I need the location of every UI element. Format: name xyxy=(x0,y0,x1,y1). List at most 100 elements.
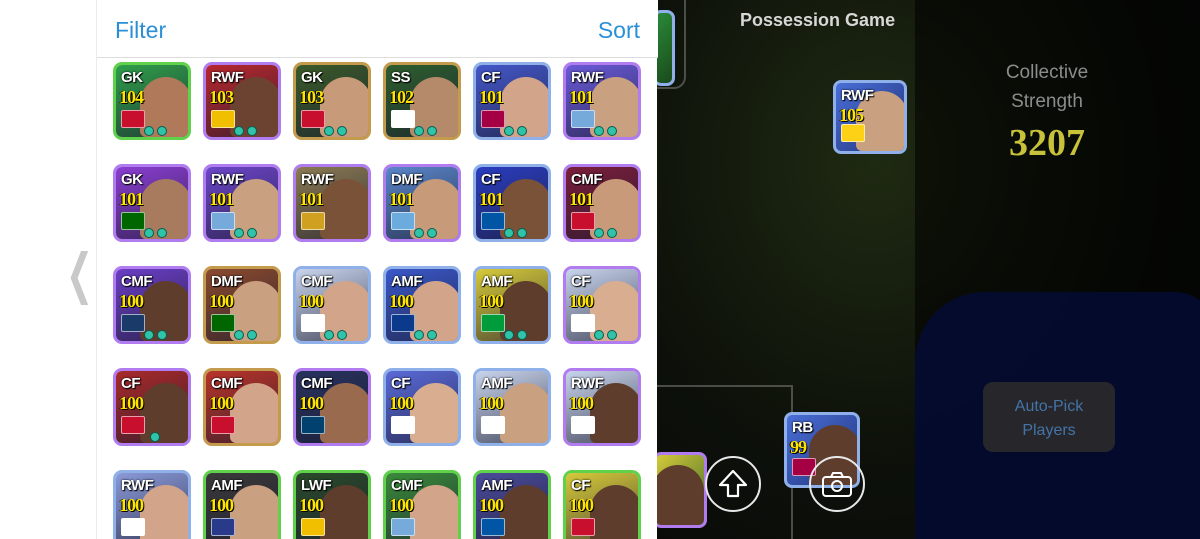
player-card[interactable]: GK 103 xyxy=(293,62,371,140)
auto-pick-players-button[interactable]: Auto-Pick Players xyxy=(983,382,1115,452)
player-position: CF xyxy=(481,69,501,86)
player-position: CMF xyxy=(121,273,153,290)
player-card[interactable]: DMF 101 xyxy=(383,164,461,242)
player-position: AMF xyxy=(211,477,243,494)
player-rating: 101 xyxy=(479,87,504,107)
skill-dot-icon xyxy=(516,228,527,238)
skill-dot-icon xyxy=(323,330,334,340)
player-card[interactable]: CMF 100 xyxy=(293,266,371,344)
player-card[interactable]: AMF 100 xyxy=(473,470,551,539)
player-card[interactable]: GK 101 xyxy=(113,164,191,242)
player-card[interactable]: CF 100 xyxy=(113,368,191,446)
player-card[interactable]: CMF 100 xyxy=(203,368,281,446)
player-position: RWF xyxy=(211,69,244,86)
flag-emblem xyxy=(841,124,865,142)
player-position: RWF xyxy=(571,69,604,86)
player-card[interactable]: CMF 101 xyxy=(563,164,641,242)
player-card[interactable]: CF 100 xyxy=(563,266,641,344)
player-card[interactable]: LWF 100 xyxy=(293,470,371,539)
skill-dot-icon xyxy=(426,228,437,238)
skill-dot-icon xyxy=(246,330,257,340)
skill-indicator xyxy=(410,330,440,340)
skill-indicator xyxy=(320,126,350,136)
skill-dot-icon xyxy=(246,228,257,238)
player-position: GK xyxy=(121,69,143,86)
club-emblem xyxy=(301,212,325,230)
player-rating: 101 xyxy=(569,87,594,107)
player-card[interactable]: GK 104 xyxy=(113,62,191,140)
swap-up-button[interactable] xyxy=(705,456,761,512)
skill-indicator xyxy=(140,330,170,340)
player-card[interactable]: CMF 100 xyxy=(383,470,461,539)
skill-dot-icon xyxy=(156,330,167,340)
player-position: RWF xyxy=(121,477,154,494)
pitch-player-card-partial[interactable] xyxy=(657,452,707,528)
player-card[interactable]: AMF 100 xyxy=(473,266,551,344)
player-card[interactable]: CF 100 xyxy=(563,470,641,539)
player-rating: 100 xyxy=(389,291,414,311)
player-card[interactable]: SS 102 xyxy=(383,62,461,140)
skill-indicator xyxy=(140,228,170,238)
player-rating: 101 xyxy=(209,189,234,209)
filter-button[interactable]: Filter xyxy=(115,17,166,44)
player-card[interactable]: CMF 100 xyxy=(113,266,191,344)
player-rating: 104 xyxy=(119,87,144,107)
pitch-player-card[interactable]: RWF 105 xyxy=(833,80,907,154)
player-position: CF xyxy=(391,375,411,392)
screenshot-button[interactable] xyxy=(809,456,865,512)
player-card[interactable]: RWF 101 xyxy=(563,62,641,140)
skill-dot-icon xyxy=(143,330,154,340)
player-position: RWF xyxy=(301,171,334,188)
player-photo xyxy=(590,485,638,539)
skill-indicator xyxy=(320,330,350,340)
player-card[interactable]: AMF 100 xyxy=(473,368,551,446)
player-rating: 101 xyxy=(299,189,324,209)
club-emblem xyxy=(481,518,505,536)
skill-dot-icon xyxy=(593,228,604,238)
skill-indicator xyxy=(500,126,530,136)
skill-dot-icon xyxy=(516,330,527,340)
player-photo xyxy=(410,383,458,443)
player-card[interactable]: RWF 103 xyxy=(203,62,281,140)
player-photo xyxy=(500,383,548,443)
skill-dot-icon xyxy=(336,126,347,136)
back-chevron-icon[interactable]: ❮ xyxy=(66,246,93,302)
skill-indicator xyxy=(500,228,530,238)
player-position: DMF xyxy=(211,273,243,290)
player-photo xyxy=(320,179,368,239)
player-position: LWF xyxy=(301,477,332,494)
skill-dot-icon xyxy=(233,228,244,238)
club-emblem xyxy=(211,416,235,434)
player-card[interactable]: RWF 101 xyxy=(293,164,371,242)
skill-dot-icon xyxy=(233,126,244,136)
player-position: RB xyxy=(792,419,813,436)
player-position: RWF xyxy=(571,375,604,392)
pitch-player-card-partial[interactable] xyxy=(657,10,675,86)
player-rating: 102 xyxy=(389,87,414,107)
club-emblem xyxy=(571,518,595,536)
player-rating: 105 xyxy=(839,105,864,125)
player-card[interactable]: RWF 100 xyxy=(563,368,641,446)
sort-button[interactable]: Sort xyxy=(598,17,640,44)
player-photo xyxy=(590,383,638,443)
skill-dot-icon xyxy=(503,126,514,136)
player-card[interactable]: CF 100 xyxy=(383,368,461,446)
player-card[interactable]: RWF 100 xyxy=(113,470,191,539)
skill-dot-icon xyxy=(150,432,160,442)
player-card[interactable]: DMF 100 xyxy=(203,266,281,344)
player-position: CMF xyxy=(571,171,603,188)
player-card[interactable]: CMF 100 xyxy=(293,368,371,446)
player-card[interactable]: AMF 100 xyxy=(203,470,281,539)
club-emblem xyxy=(391,416,415,434)
player-rating: 100 xyxy=(299,393,324,413)
player-card[interactable]: AMF 100 xyxy=(383,266,461,344)
player-rating: 101 xyxy=(569,189,594,209)
player-card[interactable]: RWF 101 xyxy=(203,164,281,242)
skill-dot-icon xyxy=(413,330,424,340)
club-emblem xyxy=(571,416,595,434)
player-position: CMF xyxy=(211,375,243,392)
player-position: AMF xyxy=(481,273,513,290)
player-card[interactable]: CF 101 xyxy=(473,164,551,242)
player-rating: 100 xyxy=(479,393,504,413)
player-card[interactable]: CF 101 xyxy=(473,62,551,140)
